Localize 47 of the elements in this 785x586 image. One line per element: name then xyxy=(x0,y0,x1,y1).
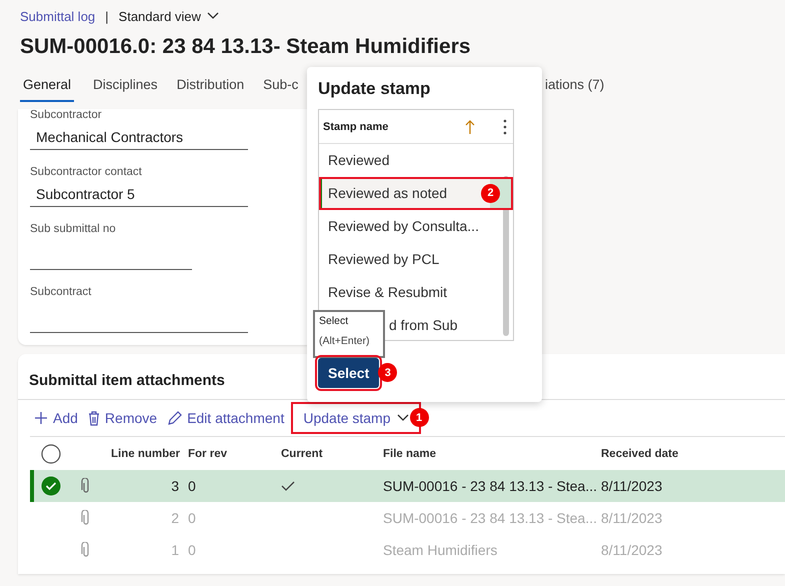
table-cell-text: 1 xyxy=(170,542,179,558)
table-cell-text: 0 xyxy=(188,478,197,494)
select-button[interactable]: Select xyxy=(318,358,380,388)
toolbar-button[interactable]: Add xyxy=(30,405,82,431)
toolbar-button[interactable]: Remove xyxy=(84,405,162,431)
column-header[interactable]: Line number xyxy=(111,448,179,460)
table-cell-text: Steam Humidifiers xyxy=(383,542,498,558)
tab[interactable]: Disciplines xyxy=(93,73,158,102)
shortcut-hint: (Alt+Enter) xyxy=(319,335,370,347)
view-selector[interactable]: Standard view xyxy=(118,8,219,24)
column-header[interactable]: Current xyxy=(281,448,381,460)
tab[interactable]: Sub-c xyxy=(263,73,298,102)
tab[interactable]: General xyxy=(20,73,74,102)
tab[interactable]: Distribution xyxy=(176,73,244,102)
tooltip-title: Select xyxy=(319,315,350,329)
input-field[interactable]: Mechanical Contractors xyxy=(30,125,248,150)
field-label: Sub submittal no xyxy=(30,223,116,237)
page-title: SUM-00016.0: 23 84 13.13- Steam Humidifiers xyxy=(20,35,472,59)
table-cell-text: 2 xyxy=(170,510,179,526)
breadcrumb-link[interactable]: Submittal log xyxy=(20,8,96,24)
table-cell-text: 0 xyxy=(188,510,197,526)
selected-row[interactable]: 3 0 SUM-00016 - 23 84 13.13 - Stea... 8/11/2023 xyxy=(30,470,785,502)
table-cell-text: SUM-00016 - 23 84 13.13 - Stea... xyxy=(383,478,598,494)
table-cell-text: SUM-00016 - 23 84 13.13 - Stea... xyxy=(383,510,598,526)
table-cell-text: 8/11/2023 xyxy=(601,478,664,494)
column-header[interactable]: For rev xyxy=(188,448,268,460)
table-cell-text: 8/11/2023 xyxy=(601,510,664,526)
list-item[interactable]: Reviewed by PCL xyxy=(319,243,503,276)
separator: | xyxy=(105,8,109,24)
input-field[interactable]: Subcontractor 5 xyxy=(30,182,248,207)
field-label: Subcontract xyxy=(30,286,92,300)
toolbar-button[interactable]: Edit attachment xyxy=(163,405,288,431)
field-label: Subcontractor xyxy=(30,109,102,123)
table-cell-text: 0 xyxy=(188,542,197,558)
column-header[interactable]: File name xyxy=(383,448,601,460)
list-item[interactable]: Revise & Resubmit xyxy=(319,276,503,309)
field-label: Subcontractor contact xyxy=(30,166,142,180)
list-item[interactable]: Reviewed by Consulta... xyxy=(319,210,503,243)
callout-badge: 1 xyxy=(410,408,429,427)
table-cell-text: 8/11/2023 xyxy=(601,542,664,558)
list-item[interactable]: Reviewed xyxy=(319,144,503,177)
table-cell-text: 3 xyxy=(170,478,179,494)
callout-badge: 3 xyxy=(378,363,398,382)
dialog-title: Update stamp xyxy=(317,78,432,100)
column-header[interactable]: Stamp name xyxy=(323,120,459,132)
tab[interactable]: iations (7) xyxy=(545,73,604,102)
column-header[interactable]: Received date xyxy=(601,448,711,460)
